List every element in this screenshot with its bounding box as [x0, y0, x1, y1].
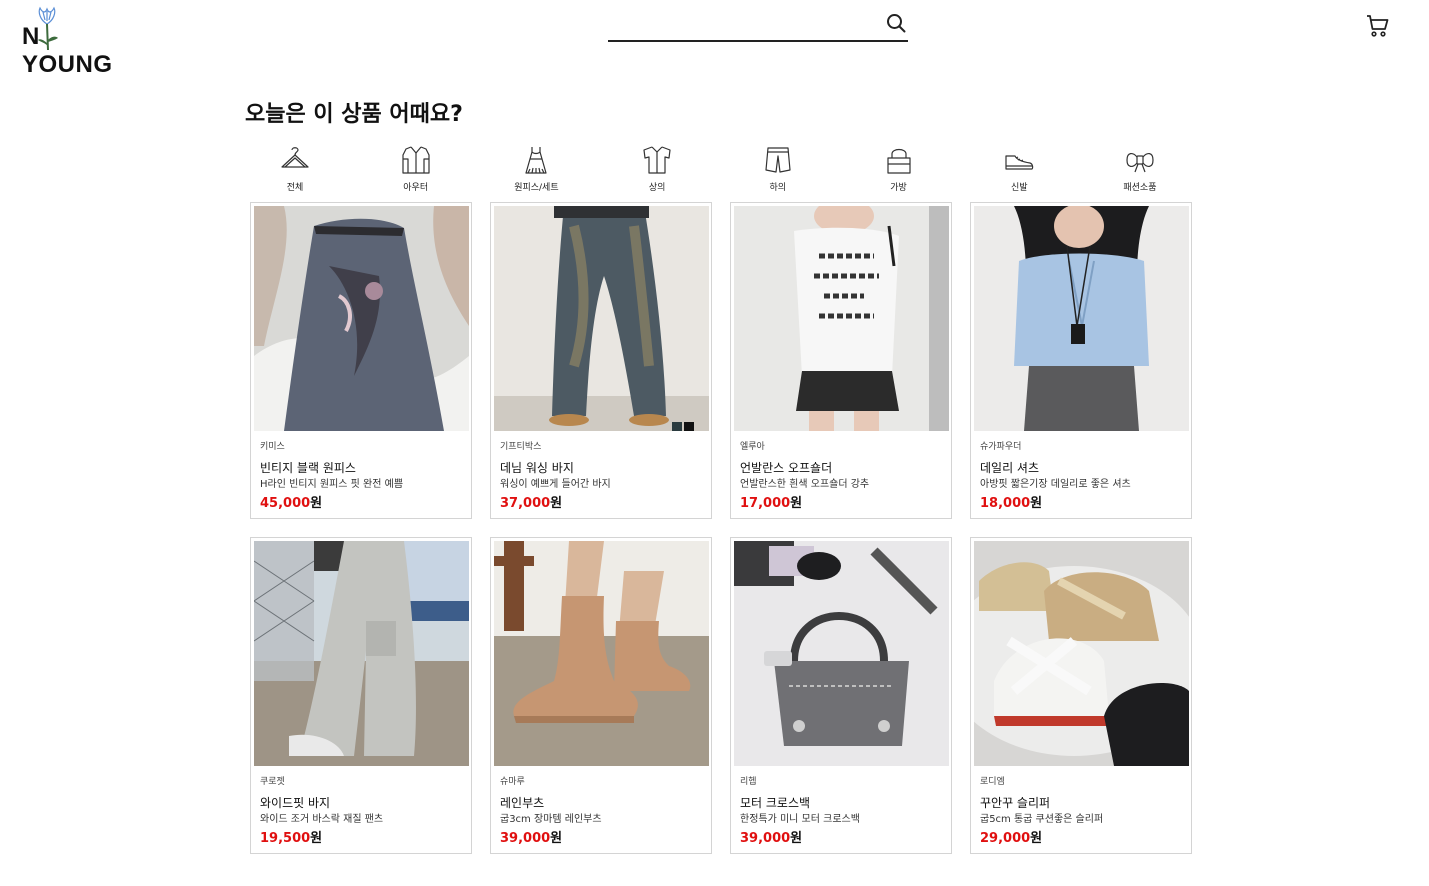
product-price: 29,000원: [980, 831, 1043, 846]
product-name: 언발란스 오프숄더: [740, 461, 833, 475]
product-brand: 리헵: [740, 777, 757, 787]
product-brand: 키미스: [260, 442, 285, 452]
product-card[interactable]: 리헵 모터 크로스백 한정특가 미니 모터 크로스백 39,000원: [730, 537, 952, 854]
jacket-icon: [402, 146, 430, 174]
category-accessory[interactable]: 패션소품: [1080, 144, 1200, 196]
product-card[interactable]: 쿠로젯 와이드핏 바지 와이드 조거 바스락 재질 팬츠 19,500원: [250, 537, 472, 854]
product-card[interactable]: 슈마루 레인부츠 굽3cm 장마템 레인부츠 39,000원: [490, 537, 712, 854]
product-card[interactable]: 기프티박스 데님 워싱 바지 워싱이 예쁘게 들어간 바지 37,000원: [490, 202, 712, 519]
product-desc: 워싱이 예쁘게 들어간 바지: [500, 479, 611, 490]
product-name: 데일리 셔츠: [980, 461, 1040, 475]
category-all[interactable]: 전체: [235, 144, 355, 196]
category-shoes[interactable]: 신발: [959, 144, 1079, 196]
product-name: 꾸안꾸 슬리퍼: [980, 796, 1051, 810]
product-card[interactable]: 슈가파우더 데일리 셔츠 아방핏 짧은기장 데일리로 좋은 셔츠 18,000원: [970, 202, 1192, 519]
header: NYOUNG: [0, 0, 1429, 78]
search-icon[interactable]: [886, 13, 906, 33]
product-brand: 로디엠: [980, 777, 1005, 787]
product-price: 18,000원: [980, 496, 1043, 511]
product-price: 37,000원: [500, 496, 563, 511]
product-desc: 언발란스한 흰색 오프숄더 강추: [740, 479, 870, 490]
shirt-icon: [643, 146, 671, 174]
product-image: [734, 206, 949, 431]
category-top[interactable]: 상의: [597, 144, 717, 196]
category-outer[interactable]: 아우터: [356, 144, 476, 196]
dress-icon: [525, 147, 548, 174]
product-name: 모터 크로스백: [740, 796, 811, 810]
product-price: 39,000원: [500, 831, 563, 846]
product-name: 와이드핏 바지: [260, 796, 331, 810]
product-desc: 아방핏 짧은기장 데일리로 좋은 셔츠: [980, 479, 1131, 490]
product-card[interactable]: 엘루아 언발란스 오프숄더 언발란스한 흰색 오프숄더 강추 17,000원: [730, 202, 952, 519]
product-image: [974, 541, 1189, 766]
category-onepiece[interactable]: 원피스/세트: [476, 144, 596, 196]
category-bar: 전체 아우터 원피스/세트 상의 하의 가방 신발 패션소품: [235, 144, 1200, 196]
product-name: 빈티지 블랙 원피스: [260, 461, 356, 475]
product-grid: 키미스 빈티지 블랙 원피스 H라인 빈티지 원피스 핏 완전 예쁨 45,00…: [250, 202, 1192, 854]
product-price: 39,000원: [740, 831, 803, 846]
product-desc: 굽3cm 장마템 레인부츠: [500, 814, 602, 825]
product-image: [494, 541, 709, 766]
hanger-icon: [281, 147, 309, 168]
product-image: [254, 206, 469, 431]
shorts-icon: [765, 147, 791, 173]
product-price: 17,000원: [740, 496, 803, 511]
section-title: 오늘은 이 상품 어때요?: [245, 102, 463, 127]
product-brand: 쿠로젯: [260, 777, 285, 787]
bow-icon: [1126, 153, 1154, 173]
product-brand: 엘루아: [740, 442, 765, 452]
product-name: 레인부츠: [500, 796, 545, 810]
product-image: [734, 541, 949, 766]
logo-text: NYOUNG: [22, 23, 113, 78]
product-desc: 굽5cm 통굽 쿠션좋은 슬리퍼: [980, 814, 1104, 825]
product-card[interactable]: 로디엠 꾸안꾸 슬리퍼 굽5cm 통굽 쿠션좋은 슬리퍼 29,000원: [970, 537, 1192, 854]
bag-icon: [886, 148, 911, 174]
search-bar: [608, 8, 908, 42]
cart-icon[interactable]: [1366, 14, 1390, 38]
product-image: [494, 206, 709, 431]
sneaker-icon: [1005, 155, 1034, 170]
product-price: 19,500원: [260, 831, 323, 846]
product-price: 45,000원: [260, 496, 323, 511]
product-name: 데님 워싱 바지: [500, 461, 574, 475]
search-input[interactable]: [608, 12, 878, 38]
product-image: [974, 206, 1189, 431]
category-bottom[interactable]: 하의: [718, 144, 838, 196]
product-desc: 한정특가 미니 모터 크로스백: [740, 814, 860, 825]
logo[interactable]: NYOUNG: [22, 6, 146, 78]
product-brand: 슈마루: [500, 777, 525, 787]
product-brand: 기프티박스: [500, 442, 542, 452]
product-image: [254, 541, 469, 766]
category-bag[interactable]: 가방: [839, 144, 959, 196]
product-desc: 와이드 조거 바스락 재질 팬츠: [260, 814, 384, 825]
product-desc: H라인 빈티지 원피스 핏 완전 예쁨: [260, 479, 404, 490]
product-brand: 슈가파우더: [980, 442, 1022, 452]
product-card[interactable]: 키미스 빈티지 블랙 원피스 H라인 빈티지 원피스 핏 완전 예쁨 45,00…: [250, 202, 472, 519]
